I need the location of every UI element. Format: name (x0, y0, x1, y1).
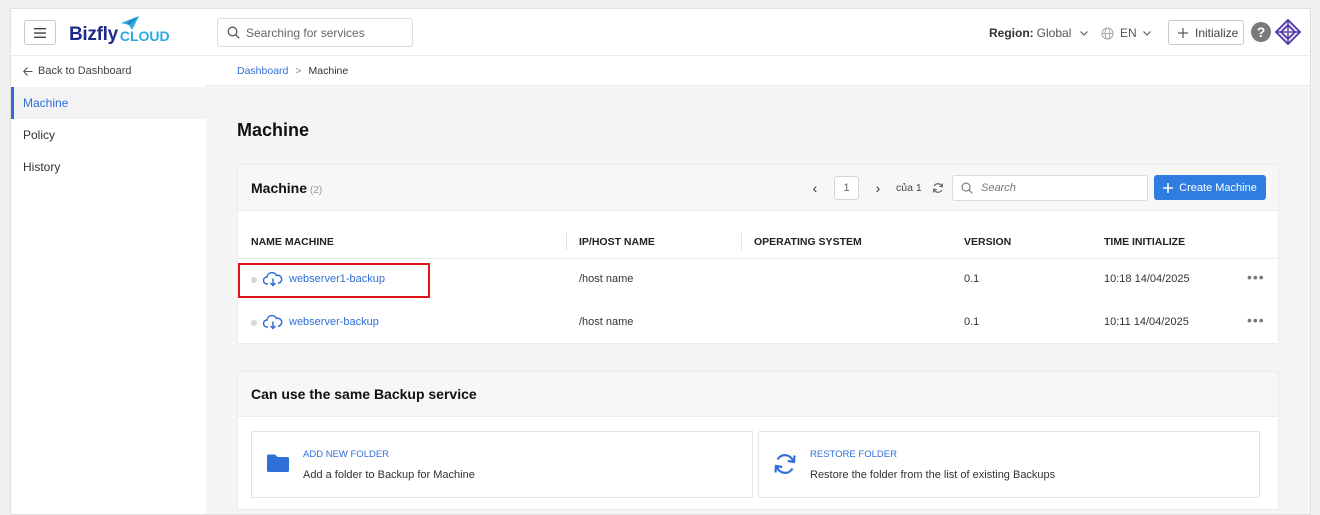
top-header: Bizfly CLOUD Region: Global EN Initializ… (11, 9, 1310, 56)
machine-search-input[interactable] (981, 182, 1131, 194)
create-machine-button[interactable]: Create Machine (1154, 175, 1266, 200)
folder-icon (267, 454, 289, 472)
column-divider (741, 233, 742, 250)
logo-sub-text: CLOUD (119, 28, 170, 44)
add-new-folder-desc: Add a folder to Backup for Machine (303, 469, 475, 481)
region-label: Region: (989, 26, 1034, 40)
column-header-version[interactable]: VERSION (964, 236, 1011, 248)
bizfly-logo[interactable]: Bizfly CLOUD (69, 16, 170, 46)
machine-name-link[interactable]: webserver-backup (289, 316, 379, 328)
chevron-down-icon (1080, 30, 1089, 36)
sidebar-item-label: Policy (23, 128, 56, 142)
restore-folder-desc: Restore the folder from the list of exis… (810, 469, 1056, 481)
logo-main-text: Bizfly (69, 24, 118, 45)
cloud-sync-icon (263, 314, 283, 330)
pagination-total: của 1 (896, 182, 922, 194)
column-header-os[interactable]: OPERATING SYSTEM (754, 236, 862, 248)
breadcrumb-current: Machine (308, 64, 349, 77)
restore-folder-title: RESTORE FOLDER (810, 449, 897, 460)
menu-toggle-button[interactable] (24, 20, 56, 45)
column-header-host[interactable]: IP/HOST NAME (579, 236, 655, 248)
page-title: Machine (237, 120, 310, 140)
breadcrumb: Dashboard > Machine (206, 56, 1310, 86)
search-icon (227, 26, 240, 39)
machine-card-title-text: Machine (251, 180, 308, 196)
back-to-dashboard-link[interactable]: Back to Dashboard (23, 65, 132, 77)
sidebar-item-label: History (23, 160, 61, 174)
pagination-page-input[interactable]: 1 (834, 176, 859, 200)
hamburger-icon (34, 27, 46, 38)
column-divider (566, 233, 567, 250)
sidebar-item-history[interactable]: History (11, 151, 206, 183)
refresh-icon[interactable] (932, 182, 944, 194)
machine-search[interactable] (952, 175, 1148, 201)
restore-folder-tile[interactable]: RESTORE FOLDER Restore the folder from t… (758, 431, 1260, 498)
service-search[interactable] (217, 18, 413, 47)
pagination: ‹ 1 › của 1 (805, 176, 944, 200)
region-value: Global (1036, 26, 1072, 40)
service-search-input[interactable] (246, 25, 396, 40)
user-avatar-icon[interactable] (1275, 19, 1301, 45)
backup-services-card: Can use the same Backup service ADD NEW … (237, 371, 1279, 510)
status-dot (251, 320, 257, 326)
chevron-down-icon (1142, 30, 1151, 36)
row-more-actions-button[interactable]: ••• (1247, 269, 1265, 285)
machine-host: /host name (579, 273, 634, 285)
add-new-folder-tile[interactable]: ADD NEW FOLDER Add a folder to Backup fo… (251, 431, 753, 498)
search-icon (961, 182, 973, 194)
highlight-box (238, 263, 430, 298)
machine-version: 0.1 (964, 273, 980, 285)
add-new-folder-title: ADD NEW FOLDER (303, 449, 390, 460)
sidebar-item-machine[interactable]: Machine (11, 87, 206, 119)
initialize-button[interactable]: Initialize (1168, 20, 1244, 45)
machine-list-card: Machine(2) ‹ 1 › của 1 Create Machine (237, 164, 1279, 344)
main-content: Machine Machine (2) ‹ 1 › của 1 Search C… (206, 86, 1310, 514)
machine-time: 10:18 14/04/2025 (1104, 273, 1190, 285)
machine-card-header: Machine(2) ‹ 1 › của 1 Create Machine (238, 165, 1278, 211)
create-machine-label: Create Machine (1179, 181, 1257, 194)
row-more-actions-button[interactable]: ••• (1247, 312, 1265, 328)
backup-services-header: Can use the same Backup service (238, 372, 1278, 417)
machine-host: /host name (579, 316, 634, 328)
sidebar-item-policy[interactable]: Policy (11, 119, 206, 151)
globe-icon (1101, 26, 1114, 40)
backup-services-title: Can use the same Backup service (251, 386, 477, 402)
breadcrumb-dashboard-link[interactable]: Dashboard (237, 65, 288, 77)
arrow-left-icon (23, 66, 33, 76)
back-label: Back to Dashboard (38, 65, 132, 77)
region-selector[interactable]: Region: Global (989, 26, 1089, 40)
machine-time: 10:11 14/04/2025 (1104, 316, 1189, 328)
restore-icon (774, 454, 796, 474)
app-frame: Bizfly CLOUD Region: Global EN Initializ… (10, 8, 1311, 515)
breadcrumb-separator: > (295, 64, 302, 77)
sidebar-item-label: Machine (23, 96, 69, 110)
machine-count-badge: (2) (310, 185, 323, 196)
paper-plane-icon (121, 16, 139, 30)
machine-card-title: Machine (2) (251, 180, 322, 196)
help-icon[interactable]: ? (1251, 22, 1271, 42)
language-selector[interactable]: EN (1101, 26, 1151, 40)
pagination-prev-button[interactable]: ‹ (805, 180, 825, 196)
table-row[interactable]: webserver-backup /host name 0.1 10:11 14… (238, 302, 1278, 344)
machine-version: 0.1 (964, 316, 980, 328)
language-value: EN (1120, 26, 1137, 40)
sidebar: Back to Dashboard Machine Policy History (11, 56, 206, 514)
column-header-time[interactable]: TIME INITIALIZE (1104, 236, 1185, 248)
pagination-next-button[interactable]: › (868, 180, 888, 196)
plus-icon (1178, 27, 1188, 38)
initialize-label: Initialize (1195, 25, 1239, 40)
column-header-name[interactable]: NAME MACHINE (251, 236, 334, 248)
plus-icon (1163, 182, 1174, 193)
